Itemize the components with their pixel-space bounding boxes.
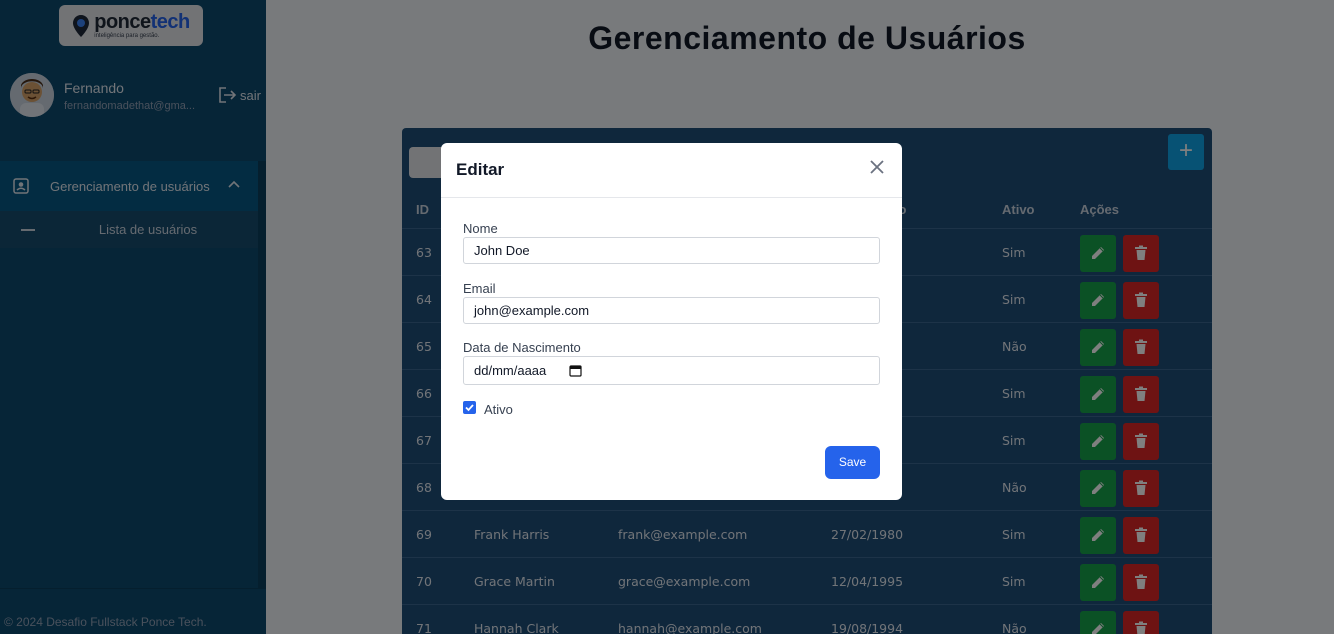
- calendar-icon[interactable]: [569, 364, 582, 377]
- modal-header: Editar: [441, 143, 902, 198]
- modal-title: Editar: [456, 160, 505, 179]
- email-field[interactable]: john@example.com: [463, 297, 880, 324]
- birthdate-value: dd/mm/aaaa: [474, 363, 547, 378]
- active-label: Ativo: [484, 402, 513, 417]
- name-label: Nome: [463, 221, 498, 236]
- birthdate-field[interactable]: dd/mm/aaaa: [463, 356, 880, 385]
- check-icon: [465, 404, 474, 412]
- active-checkbox[interactable]: [463, 401, 476, 414]
- save-button[interactable]: Save: [825, 446, 880, 479]
- close-icon[interactable]: [868, 158, 886, 176]
- email-label: Email: [463, 281, 496, 296]
- birthdate-label: Data de Nascimento: [463, 340, 581, 355]
- edit-user-modal: Editar Nome John Doe Email john@example.…: [441, 143, 902, 500]
- name-field[interactable]: John Doe: [463, 237, 880, 264]
